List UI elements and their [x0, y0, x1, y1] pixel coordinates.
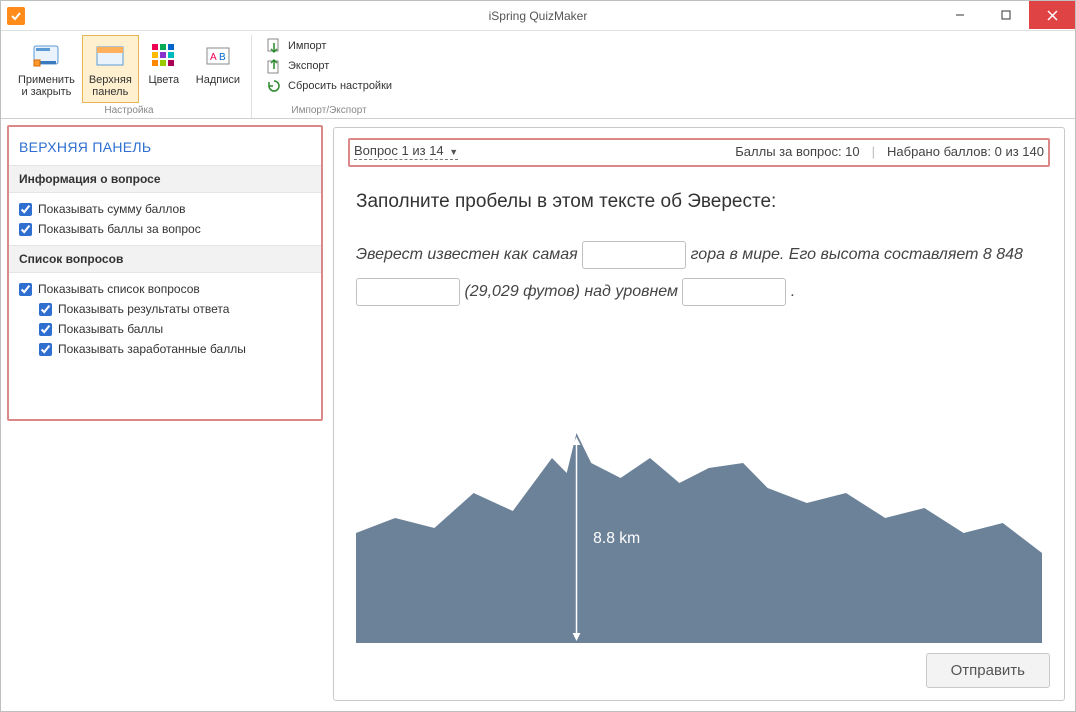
- sidebar-title: ВЕРХНЯЯ ПАНЕЛЬ: [9, 127, 321, 165]
- import-label: Импорт: [288, 40, 326, 52]
- check-show-earned-points[interactable]: Показывать заработанные баллы: [19, 339, 311, 359]
- blank-input-2[interactable]: [356, 278, 460, 306]
- text-fragment-4: .: [791, 283, 795, 300]
- label-show-total-points: Показывать сумму баллов: [38, 202, 186, 216]
- sidebar-panel: ВЕРХНЯЯ ПАНЕЛЬ Информация о вопросе Пока…: [7, 125, 323, 421]
- reset-button[interactable]: Сбросить настройки: [264, 77, 394, 95]
- preview-pane: Вопрос 1 из 14 ▼ Баллы за вопрос: 10 | Н…: [329, 119, 1075, 711]
- export-button[interactable]: Экспорт: [264, 57, 331, 75]
- section-question-info: Информация о вопросе: [9, 165, 321, 193]
- label-show-answer-results: Показывать результаты ответа: [58, 302, 229, 316]
- check-show-answer-results[interactable]: Показывать результаты ответа: [19, 299, 311, 319]
- mountain-height-label: 8.8 km: [593, 530, 640, 547]
- separator: |: [872, 144, 875, 159]
- svg-text:A: A: [210, 52, 217, 63]
- labels-icon: AB: [202, 40, 234, 72]
- top-panel-label: Верхняя панель: [89, 74, 132, 98]
- question-area: Заполните пробелы в этом тексте об Эвере…: [348, 167, 1050, 643]
- section-question-list: Список вопросов: [9, 245, 321, 273]
- blank-input-3[interactable]: [682, 278, 786, 306]
- reset-icon: [266, 78, 282, 94]
- sidebar: ВЕРХНЯЯ ПАНЕЛЬ Информация о вопросе Пока…: [1, 119, 329, 711]
- check-show-question-list[interactable]: Показывать список вопросов: [19, 279, 311, 299]
- checkbox-show-answer-results[interactable]: [39, 303, 52, 316]
- text-fragment-1: Эверест известен как самая: [356, 246, 582, 263]
- apply-close-button[interactable]: Применить и закрыть: [11, 35, 82, 103]
- title-bar: iSpring QuizMaker: [1, 1, 1075, 31]
- ribbon: Применить и закрыть Верхняя панель Цвета: [1, 31, 1075, 119]
- text-fragment-2: гора в мире. Его высота составляет 8 848: [691, 246, 1023, 263]
- checkbox-show-points[interactable]: [39, 323, 52, 336]
- apply-close-label: Применить и закрыть: [18, 74, 75, 98]
- check-show-points[interactable]: Показывать баллы: [19, 319, 311, 339]
- app-icon: [7, 7, 25, 25]
- top-panel-icon: [94, 40, 126, 72]
- label-show-points: Показывать баллы: [58, 322, 163, 336]
- colors-icon: [148, 40, 180, 72]
- minimize-button[interactable]: [937, 1, 983, 29]
- label-show-earned-points: Показывать заработанные баллы: [58, 342, 246, 356]
- chevron-down-icon: ▼: [449, 147, 458, 157]
- preview-footer: Отправить: [348, 643, 1050, 688]
- check-show-total-points[interactable]: Показывать сумму баллов: [19, 199, 311, 219]
- top-panel-button[interactable]: Верхняя панель: [82, 35, 139, 103]
- ribbon-group-settings: Применить и закрыть Верхняя панель Цвета: [7, 35, 252, 118]
- checkbox-show-question-list[interactable]: [19, 283, 32, 296]
- window-controls: [937, 1, 1075, 29]
- window-title: iSpring QuizMaker: [1, 9, 1075, 23]
- group-settings-label: Настройка: [104, 105, 153, 116]
- checkbox-show-question-points[interactable]: [19, 223, 32, 236]
- labels-button[interactable]: AB Надписи: [189, 35, 247, 103]
- preview-topbar: Вопрос 1 из 14 ▼ Баллы за вопрос: 10 | Н…: [354, 143, 1044, 160]
- export-icon: [266, 58, 282, 74]
- import-button[interactable]: Импорт: [264, 37, 328, 55]
- group-import-export-label: Импорт/Экспорт: [291, 105, 366, 116]
- blank-input-1[interactable]: [582, 241, 686, 269]
- ribbon-group-import-export: Импорт Экспорт Сбросить настройки Импорт…: [256, 35, 402, 118]
- colors-button[interactable]: Цвета: [139, 35, 189, 103]
- import-icon: [266, 38, 282, 54]
- preview-topbar-highlight: Вопрос 1 из 14 ▼ Баллы за вопрос: 10 | Н…: [348, 138, 1050, 167]
- fill-blank-text: Эверест известен как самая гора в мире. …: [356, 237, 1042, 311]
- label-show-question-points: Показывать баллы за вопрос: [38, 222, 201, 236]
- export-label: Экспорт: [288, 60, 329, 72]
- checkbox-show-earned-points[interactable]: [39, 343, 52, 356]
- score-total: Набрано баллов: 0 из 140: [887, 144, 1044, 159]
- checkbox-show-total-points[interactable]: [19, 203, 32, 216]
- text-fragment-3: (29,029 футов) над уровнем: [464, 283, 682, 300]
- apply-close-icon: [30, 40, 62, 72]
- svg-text:B: B: [219, 52, 226, 63]
- question-title: Заполните пробелы в этом тексте об Эвере…: [356, 191, 1042, 213]
- submit-button[interactable]: Отправить: [926, 653, 1050, 688]
- colors-label: Цвета: [148, 74, 179, 86]
- labels-label: Надписи: [196, 74, 240, 86]
- question-selector-label: Вопрос 1 из 14: [354, 143, 444, 158]
- preview-canvas: Вопрос 1 из 14 ▼ Баллы за вопрос: 10 | Н…: [333, 127, 1065, 701]
- label-show-question-list: Показывать список вопросов: [38, 282, 200, 296]
- reset-label: Сбросить настройки: [288, 80, 392, 92]
- mountain-illustration: 8.8 km: [356, 423, 1042, 643]
- points-per-question: Баллы за вопрос: 10: [735, 144, 859, 159]
- check-show-question-points[interactable]: Показывать баллы за вопрос: [19, 219, 311, 239]
- maximize-button[interactable]: [983, 1, 1029, 29]
- body: ВЕРХНЯЯ ПАНЕЛЬ Информация о вопросе Пока…: [1, 119, 1075, 711]
- close-button[interactable]: [1029, 1, 1075, 29]
- question-selector[interactable]: Вопрос 1 из 14 ▼: [354, 143, 458, 160]
